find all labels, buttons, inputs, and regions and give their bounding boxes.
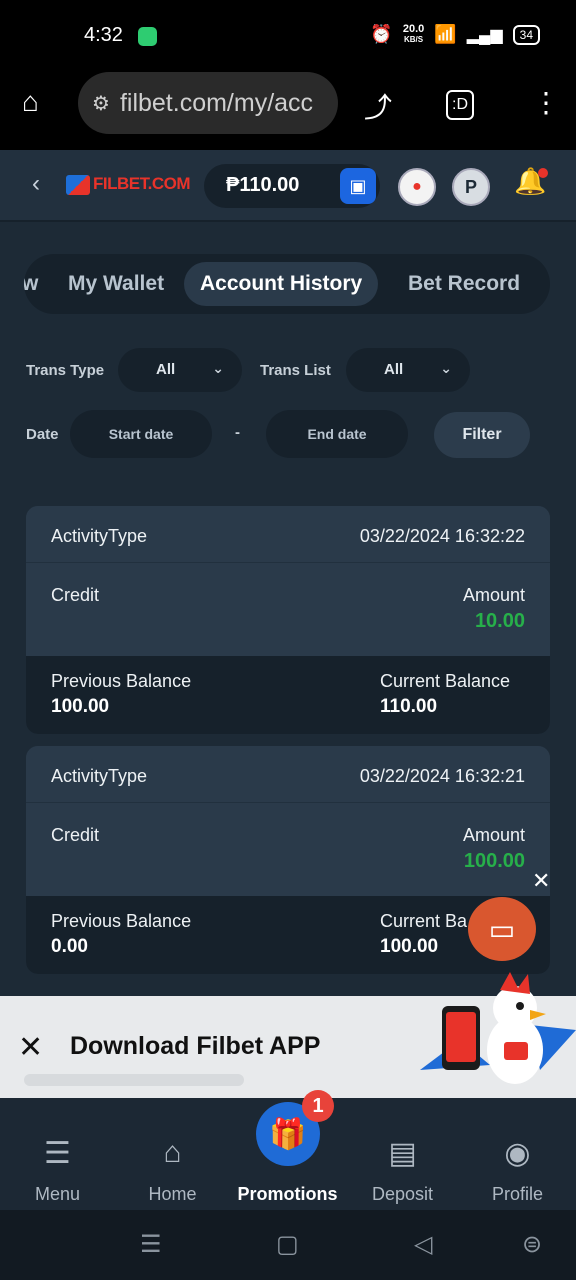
previous-balance-value: 0.00 bbox=[51, 936, 88, 957]
balance-pill: ₱110.00 ▣ bbox=[204, 164, 380, 208]
net-speed: 20.0 KB/S bbox=[402, 23, 425, 45]
notification-dot bbox=[538, 168, 549, 178]
status-time: 4:32 bbox=[84, 24, 123, 46]
status-icons: ⏰ 20.0 KB/S 📶 ▂▄▆ 34 bbox=[370, 24, 540, 45]
close-icon[interactable]: ✕ bbox=[18, 1030, 43, 1065]
more-menu-icon[interactable]: ⋮ bbox=[532, 86, 560, 119]
browser-toolbar: ⌂ ⚙ filbet.com/my/acc ⤴ :D ⋮ bbox=[0, 72, 576, 150]
alarm-icon: ⏰ bbox=[370, 24, 393, 44]
download-app-title: Download Filbet APP bbox=[70, 1032, 321, 1060]
home-icon: ⌂ bbox=[163, 1136, 182, 1169]
back-triangle-icon[interactable]: ◁ bbox=[414, 1230, 432, 1259]
site-logo[interactable]: FILBET.COM bbox=[66, 174, 191, 195]
notification-bell-icon[interactable]: 🔔 bbox=[514, 166, 549, 197]
wifi-icon: 📶 bbox=[434, 24, 457, 44]
filter-button[interactable]: Filter bbox=[434, 412, 530, 458]
history-record: ActivityType 03/22/2024 16:32:22 Credit … bbox=[26, 506, 550, 734]
activity-type-label: ActivityType bbox=[51, 766, 148, 786]
message-app-icon bbox=[138, 27, 157, 46]
wallet-icon: ▤ bbox=[388, 1137, 417, 1170]
previous-balance-value: 100.00 bbox=[51, 696, 110, 717]
url-text: filbet.com/my/acc bbox=[119, 88, 314, 117]
gift-icon: 🎁 bbox=[269, 1117, 307, 1151]
record-type: Credit bbox=[51, 585, 100, 605]
account-tabs: w My Wallet Account History Bet Record bbox=[24, 254, 550, 314]
nav-profile[interactable]: ◉ Profile bbox=[460, 1098, 575, 1210]
site-settings-icon[interactable]: ⚙ bbox=[92, 91, 110, 116]
amount-label: Amount bbox=[462, 585, 525, 605]
record-datetime: 03/22/2024 16:32:21 bbox=[359, 766, 525, 786]
nav-menu[interactable]: ☰ Menu bbox=[0, 1098, 115, 1210]
chevron-down-icon: ⌄ bbox=[212, 360, 224, 376]
accessibility-icon[interactable]: ⊜ bbox=[522, 1230, 542, 1259]
level-badge[interactable]: P bbox=[452, 168, 490, 206]
trans-list-select[interactable]: All ⌄ bbox=[346, 348, 470, 392]
recents-icon[interactable]: ☰ bbox=[140, 1230, 162, 1259]
current-balance-label: Current Balance bbox=[380, 671, 511, 691]
nav-deposit[interactable]: ▤ Deposit bbox=[345, 1098, 460, 1210]
system-nav-bar: ☰ ▢ ◁ ⊜ bbox=[0, 1210, 576, 1280]
menu-icon: ☰ bbox=[44, 1137, 71, 1170]
balance-amount: ₱110.00 bbox=[226, 174, 300, 196]
start-date-input[interactable]: Start date bbox=[70, 410, 212, 458]
battery-indicator: 34 bbox=[512, 24, 540, 45]
activity-type-label: ActivityType bbox=[51, 526, 148, 546]
current-balance-value: 110.00 bbox=[380, 696, 438, 717]
nav-home[interactable]: ⌂ Home bbox=[115, 1098, 230, 1210]
tab-switcher-icon[interactable]: :D bbox=[446, 90, 474, 120]
trans-type-label: Trans Type bbox=[26, 362, 105, 379]
current-balance-value: 100.00 bbox=[380, 936, 439, 957]
record-datetime: 03/22/2024 16:32:22 bbox=[359, 526, 525, 546]
site-header: ‹ FILBET.COM ₱110.00 ▣ ● P 🔔 bbox=[0, 150, 576, 222]
avatar[interactable]: ● bbox=[398, 168, 436, 206]
record-type: Credit bbox=[51, 825, 100, 845]
share-icon[interactable]: ⤴ bbox=[364, 86, 392, 126]
previous-balance-label: Previous Balance bbox=[51, 671, 192, 691]
chat-close-icon[interactable]: ✕ bbox=[532, 868, 550, 894]
live-chat-button[interactable]: ▭ bbox=[468, 897, 536, 961]
chevron-down-icon: ⌄ bbox=[440, 360, 452, 376]
tab-bet-record[interactable]: Bet Record bbox=[408, 262, 520, 306]
tab-previous[interactable]: w bbox=[24, 262, 38, 306]
trans-type-select[interactable]: All ⌄ bbox=[118, 348, 242, 392]
mascot-image bbox=[420, 972, 576, 1084]
home-circle-icon[interactable]: ▢ bbox=[276, 1230, 299, 1259]
blurred-subtitle bbox=[24, 1074, 244, 1086]
home-button[interactable]: ⌂ bbox=[22, 86, 39, 118]
amount-label: Amount bbox=[462, 825, 525, 845]
tab-account-history[interactable]: Account History bbox=[184, 262, 379, 306]
back-icon[interactable]: ‹ bbox=[32, 170, 40, 198]
address-bar[interactable]: ⚙ filbet.com/my/acc bbox=[78, 72, 338, 134]
current-balance-label: Current Ba bbox=[380, 911, 468, 931]
status-bar: 4:32 ⏰ 20.0 KB/S 📶 ▂▄▆ 34 bbox=[0, 0, 576, 72]
wallet-button[interactable]: ▣ bbox=[340, 168, 376, 204]
date-separator: - bbox=[235, 424, 240, 441]
tab-my-wallet[interactable]: My Wallet bbox=[68, 262, 164, 306]
trans-list-label: Trans List bbox=[260, 362, 331, 379]
previous-balance-label: Previous Balance bbox=[51, 911, 192, 931]
wallet-icon: ▣ bbox=[349, 175, 367, 196]
amount-value: 100.00 bbox=[463, 850, 525, 872]
chat-bubble-icon: ▭ bbox=[488, 913, 516, 945]
promotions-badge: 1 bbox=[302, 1090, 334, 1122]
date-label: Date bbox=[26, 426, 59, 443]
signal-icon: ▂▄▆ bbox=[466, 26, 503, 44]
end-date-input[interactable]: End date bbox=[266, 410, 408, 458]
amount-value: 10.00 bbox=[474, 610, 525, 632]
logo-mark-icon bbox=[66, 174, 90, 195]
profile-icon: ◉ bbox=[504, 1137, 531, 1170]
mascot-avatar-icon: ● bbox=[412, 178, 422, 195]
